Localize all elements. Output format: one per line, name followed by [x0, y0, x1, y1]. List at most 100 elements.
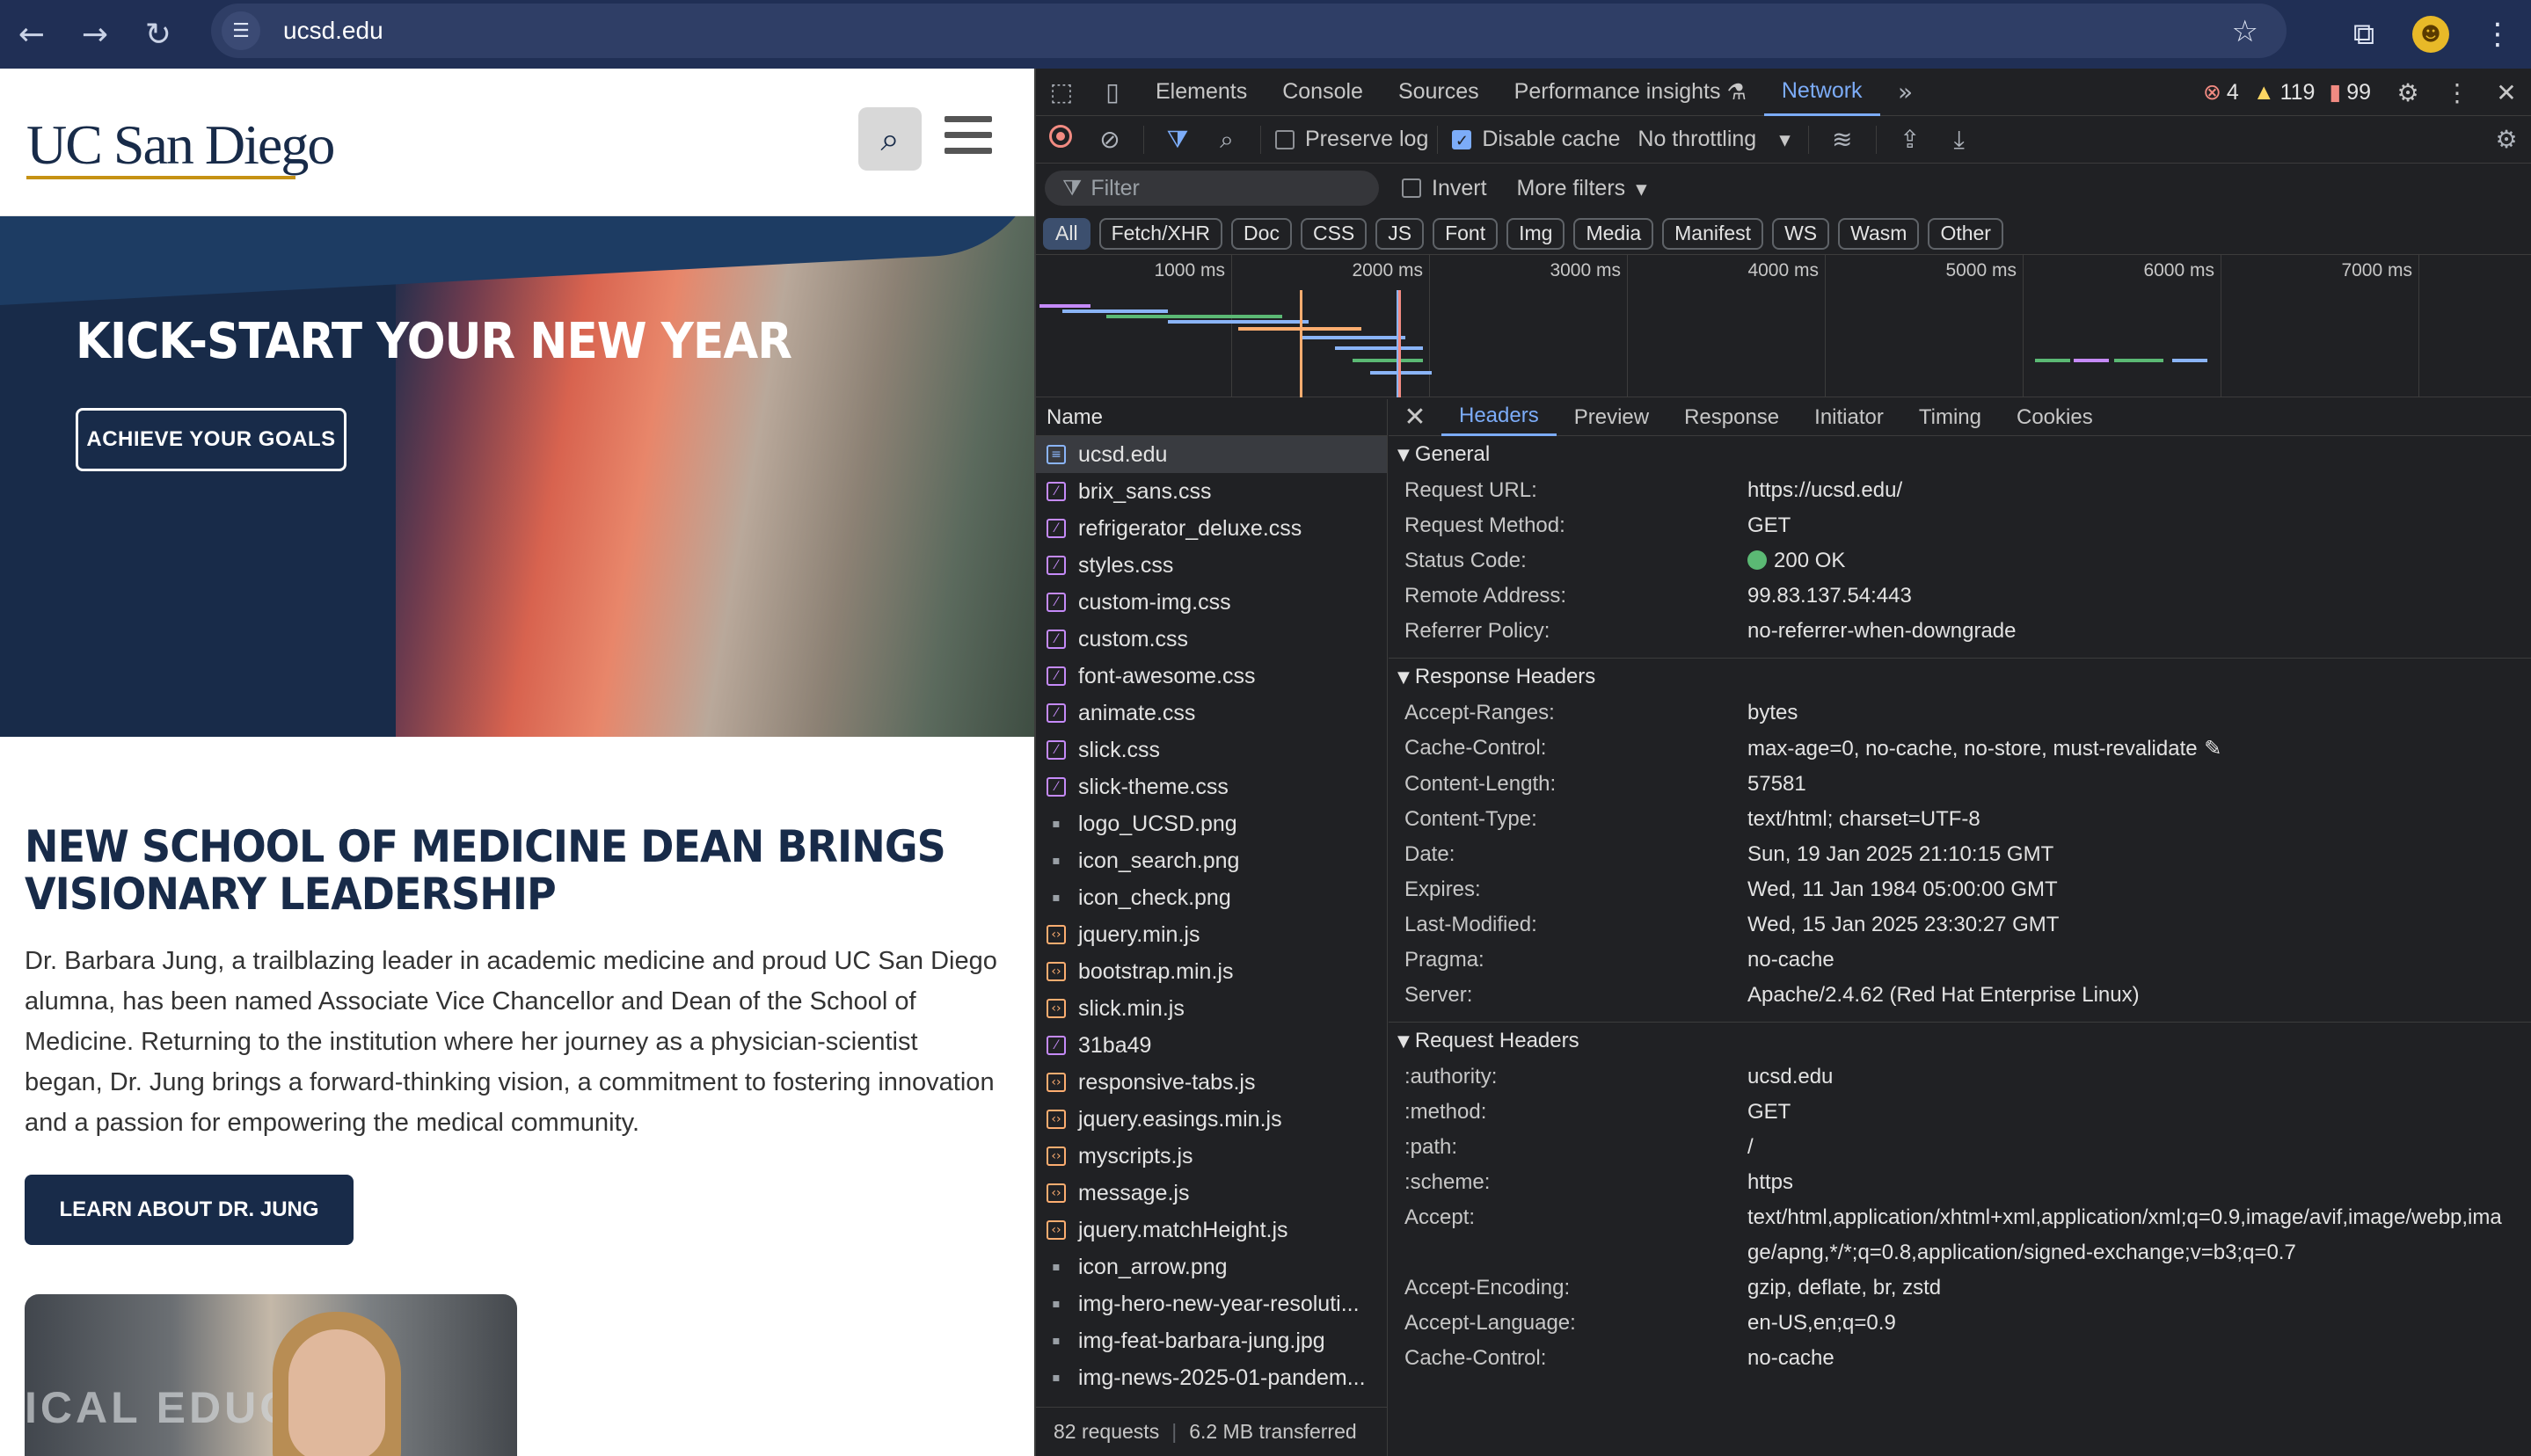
request-row[interactable]: ⁄ animate.css	[1036, 695, 1387, 732]
invert-checkbox[interactable]: Invert	[1402, 176, 1487, 201]
type-filter-chip[interactable]: Fetch/XHR	[1098, 217, 1223, 250]
throttling-select[interactable]: No throttling ▾	[1637, 127, 1790, 152]
header-row[interactable]: Last-Modified: Wed, 15 Jan 2025 23:30:27 …	[1389, 907, 2531, 943]
request-row[interactable]: ‹› slick.min.js	[1036, 990, 1387, 1027]
header-row[interactable]: Request URL: https://ucsd.edu/	[1389, 473, 2531, 508]
request-row[interactable]: ‹› responsive-tabs.js	[1036, 1064, 1387, 1101]
header-row[interactable]: Referrer Policy: no-referrer-when-downgra…	[1389, 614, 2531, 649]
request-row[interactable]: ▪ logo_UCSD.png	[1036, 805, 1387, 842]
tab-initiator[interactable]: Initiator	[1797, 399, 1901, 436]
import-har-upload-icon[interactable]: ⇪	[1885, 125, 1935, 154]
header-row[interactable]: :scheme: https	[1389, 1165, 2531, 1200]
request-row[interactable]: ▪ icon_search.png	[1036, 842, 1387, 879]
header-row[interactable]: Accept-Ranges: bytes	[1389, 695, 2531, 731]
close-details-icon[interactable]: ✕	[1389, 402, 1441, 433]
request-row[interactable]: ▪ img-news-2025-01-pandem...	[1036, 1359, 1387, 1396]
request-row[interactable]: ▪ img-hero-new-year-resoluti...	[1036, 1285, 1387, 1322]
reload-icon[interactable]: ↻	[127, 0, 190, 69]
request-row[interactable]: ▪ icon_check.png	[1036, 879, 1387, 916]
request-row[interactable]: ⁄ 31ba49	[1036, 1027, 1387, 1064]
header-row[interactable]: Remote Address: 99.83.137.54:443	[1389, 579, 2531, 614]
network-conditions-wifi-icon[interactable]: ≋	[1818, 125, 1867, 154]
response-headers-toggle[interactable]: ▼ Response Headers	[1389, 659, 2531, 695]
header-row[interactable]: Pragma: no-cache	[1389, 943, 2531, 978]
achieve-goals-button[interactable]: ACHIEVE YOUR GOALS	[76, 408, 346, 471]
more-tabs-chevron-icon[interactable]: »	[1880, 77, 1931, 106]
type-filter-chip[interactable]: Other	[1928, 217, 2003, 250]
network-settings-gear-icon[interactable]: ⚙	[2482, 125, 2531, 154]
header-row[interactable]: Accept-Encoding: gzip, deflate, br, zstd	[1389, 1270, 2531, 1306]
dean-photo[interactable]: ICAL EDUCA	[25, 1294, 517, 1456]
profile-avatar[interactable]: ☻	[2397, 16, 2464, 53]
type-filter-chip[interactable]: Media	[1573, 217, 1654, 250]
header-row[interactable]: Accept: text/html,application/xhtml+xml,a…	[1389, 1200, 2531, 1270]
back-arrow-icon[interactable]: ←	[0, 0, 63, 69]
address-bar[interactable]: ☰ ucsd.edu ☆	[211, 4, 2287, 58]
forward-arrow-icon[interactable]: →	[63, 0, 127, 69]
request-row[interactable]: ⁄ slick-theme.css	[1036, 768, 1387, 805]
request-row[interactable]: ‹› bootstrap.min.js	[1036, 953, 1387, 990]
bookmark-star-icon[interactable]: ☆	[2232, 14, 2258, 49]
type-filter-chip[interactable]: JS	[1375, 217, 1425, 250]
tab-timing[interactable]: Timing	[1901, 399, 1999, 436]
request-row[interactable]: ‹› message.js	[1036, 1175, 1387, 1212]
device-toolbar-icon[interactable]: ▯	[1087, 77, 1138, 106]
site-info-icon[interactable]: ☰	[222, 11, 260, 50]
general-section-toggle[interactable]: ▼ General	[1389, 436, 2531, 473]
type-filter-chip[interactable]: Wasm	[1838, 217, 1920, 250]
close-devtools-icon[interactable]: ✕	[2482, 78, 2531, 107]
request-row[interactable]: ⁄ styles.css	[1036, 547, 1387, 584]
header-row[interactable]: Date: Sun, 19 Jan 2025 21:10:15 GMT	[1389, 837, 2531, 872]
request-headers-toggle[interactable]: ▼ Request Headers	[1389, 1023, 2531, 1059]
hamburger-menu-icon[interactable]	[945, 116, 992, 162]
export-har-download-icon[interactable]: ⤓	[1935, 125, 1984, 155]
tab-headers[interactable]: Headers	[1441, 399, 1557, 436]
search-icon-button[interactable]: ⌕	[858, 107, 922, 171]
name-column-header[interactable]: Name	[1036, 399, 1387, 436]
header-row[interactable]: :authority: ucsd.edu	[1389, 1059, 2531, 1095]
disable-cache-checkbox[interactable]: ✓ Disable cache	[1452, 127, 1620, 152]
header-row[interactable]: Status Code: 200 OK	[1389, 543, 2531, 579]
header-row[interactable]: :method: GET	[1389, 1095, 2531, 1130]
more-filters-dropdown[interactable]: More filters ▾	[1517, 176, 1647, 201]
type-filter-chip[interactable]: Manifest	[1662, 217, 1764, 250]
type-filter-chip[interactable]: WS	[1772, 217, 1830, 250]
issues-count[interactable]: 99	[2346, 80, 2371, 106]
preserve-log-checkbox[interactable]: Preserve log	[1275, 127, 1428, 152]
tab-performance-insights[interactable]: Performance insights ⚗	[1497, 69, 1764, 116]
tab-network[interactable]: Network	[1763, 69, 1880, 116]
devtools-menu-kebab-icon[interactable]: ⋮	[2433, 78, 2482, 107]
search-icon[interactable]: ⌕	[1202, 125, 1251, 155]
ucsd-logo[interactable]: UC San Diego	[26, 113, 335, 178]
request-row[interactable]: ⁄ custom-img.css	[1036, 584, 1387, 621]
type-filter-chip[interactable]: All	[1043, 217, 1090, 250]
header-row[interactable]: Cache-Control: max-age=0, no-cache, no-st…	[1389, 731, 2531, 767]
request-row[interactable]: ≡ ucsd.edu	[1036, 436, 1387, 473]
warning-count[interactable]: 119	[2280, 80, 2316, 106]
request-row[interactable]: ⁄ slick.css	[1036, 732, 1387, 768]
request-row[interactable]: ▪ icon_arrow.png	[1036, 1249, 1387, 1285]
clear-icon[interactable]: ⊘	[1085, 125, 1134, 154]
inspect-element-icon[interactable]: ⬚	[1036, 77, 1087, 106]
request-row[interactable]: ‹› myscripts.js	[1036, 1138, 1387, 1175]
request-row[interactable]: ▪ img-feat-barbara-jung.jpg	[1036, 1322, 1387, 1359]
header-row[interactable]: Server: Apache/2.4.62 (Red Hat Enterprise…	[1389, 978, 2531, 1013]
url-text[interactable]: ucsd.edu	[283, 17, 383, 45]
type-filter-chip[interactable]: Img	[1506, 217, 1565, 250]
header-row[interactable]: Content-Type: text/html; charset=UTF-8	[1389, 802, 2531, 837]
request-row[interactable]: ‹› jquery.easings.min.js	[1036, 1101, 1387, 1138]
network-overview-timeline[interactable]: 1000 ms 2000 ms 3000 ms 4000 ms 5000 ms …	[1036, 255, 2531, 397]
header-row[interactable]: :path: /	[1389, 1130, 2531, 1165]
type-filter-chip[interactable]: CSS	[1300, 217, 1368, 250]
header-row[interactable]: Cache-Control: no-cache	[1389, 1341, 2531, 1376]
request-row[interactable]: ⁄ custom.css	[1036, 621, 1387, 658]
request-row[interactable]: ⁄ refrigerator_deluxe.css	[1036, 510, 1387, 547]
tab-sources[interactable]: Sources	[1381, 69, 1497, 116]
request-row[interactable]: ⁄ brix_sans.css	[1036, 473, 1387, 510]
tab-elements[interactable]: Elements	[1138, 69, 1265, 116]
request-row[interactable]: ‹› jquery.matchHeight.js	[1036, 1212, 1387, 1249]
settings-gear-icon[interactable]: ⚙	[2383, 78, 2433, 107]
request-row[interactable]: ⁄ font-awesome.css	[1036, 658, 1387, 695]
tab-response[interactable]: Response	[1667, 399, 1797, 436]
learn-about-button[interactable]: LEARN ABOUT DR. JUNG	[25, 1175, 354, 1245]
